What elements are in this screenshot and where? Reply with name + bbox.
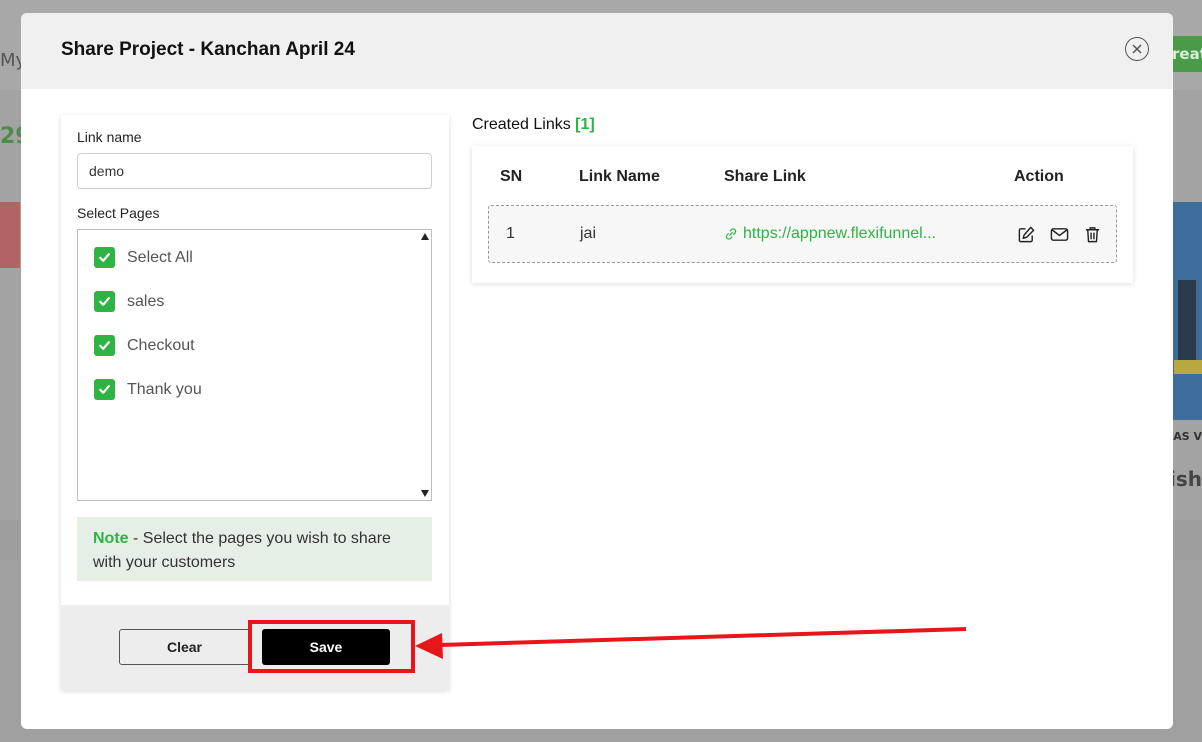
page-option-checkout[interactable]: Checkout (94, 335, 195, 356)
clear-button[interactable]: Clear (119, 629, 250, 665)
share-project-modal: Share Project - Kanchan April 24 Link na… (21, 13, 1173, 729)
created-links-count: [1] (575, 116, 595, 133)
scroll-up-arrow-icon[interactable] (421, 233, 429, 240)
checkbox[interactable] (94, 291, 115, 312)
page-option-label: Select All (127, 248, 193, 266)
note-text: - Select the pages you wish to share wit… (93, 530, 391, 571)
link-form-card: Link name Select Pages Select All sales … (61, 115, 449, 690)
links-table: SN Link Name Share Link Action 1 jai htt… (472, 146, 1133, 283)
close-icon (1132, 44, 1142, 54)
background-thumbnail (0, 202, 20, 268)
link-name-label: Link name (77, 129, 142, 145)
select-pages-label: Select Pages (77, 205, 160, 221)
checkmark-icon (99, 297, 110, 306)
background-caption: AS V (1173, 430, 1202, 443)
row-actions (1015, 223, 1103, 245)
page-option-sales[interactable]: sales (94, 291, 164, 312)
checkbox[interactable] (94, 379, 115, 400)
note-label: Note (93, 530, 129, 547)
share-link-url: https://appnew.flexifunnel... (743, 225, 937, 242)
link-icon (725, 228, 737, 240)
background-thumbnail-detail (1174, 360, 1202, 374)
checkbox[interactable] (94, 335, 115, 356)
row-link-name: jai (580, 225, 597, 242)
edit-icon (1018, 226, 1034, 242)
created-links-heading: Created Links [1] (472, 116, 595, 134)
modal-header: Share Project - Kanchan April 24 (21, 13, 1173, 89)
background-thumbnail-detail (1178, 280, 1196, 370)
email-button[interactable] (1048, 223, 1070, 245)
background-create-button: reat (1170, 36, 1202, 72)
note-box: Note - Select the pages you wish to shar… (77, 517, 432, 581)
trash-icon (1085, 226, 1099, 242)
edit-button[interactable] (1015, 223, 1037, 245)
checkmark-icon (99, 341, 110, 350)
close-button[interactable] (1125, 37, 1149, 61)
column-header-link-name: Link Name (579, 168, 660, 185)
row-sn: 1 (506, 225, 515, 242)
page-option-thank-you[interactable]: Thank you (94, 379, 202, 400)
page-option-select-all[interactable]: Select All (94, 247, 193, 268)
page-option-label: sales (127, 292, 165, 310)
background-caption: ish (1169, 467, 1202, 491)
column-header-sn: SN (500, 168, 523, 185)
column-header-action: Action (1014, 168, 1064, 185)
page-option-label: Thank you (127, 380, 202, 398)
checkmark-icon (99, 253, 110, 262)
pages-list[interactable]: Select All sales Checkout Thank you (77, 229, 432, 501)
table-row: 1 jai https://appnew.flexifunnel... (488, 205, 1117, 263)
column-header-share-link: Share Link (724, 168, 806, 185)
scroll-down-arrow-icon[interactable] (421, 490, 429, 497)
checkbox[interactable] (94, 247, 115, 268)
share-link[interactable]: https://appnew.flexifunnel... (724, 225, 936, 243)
created-links-label: Created Links (472, 116, 576, 133)
page-option-label: Checkout (127, 336, 195, 354)
checkmark-icon (99, 385, 110, 394)
annotation-highlight-box (248, 620, 415, 673)
mail-icon (1050, 227, 1068, 241)
modal-title: Share Project - Kanchan April 24 (61, 39, 355, 60)
link-name-input[interactable] (77, 153, 432, 189)
delete-button[interactable] (1081, 223, 1103, 245)
